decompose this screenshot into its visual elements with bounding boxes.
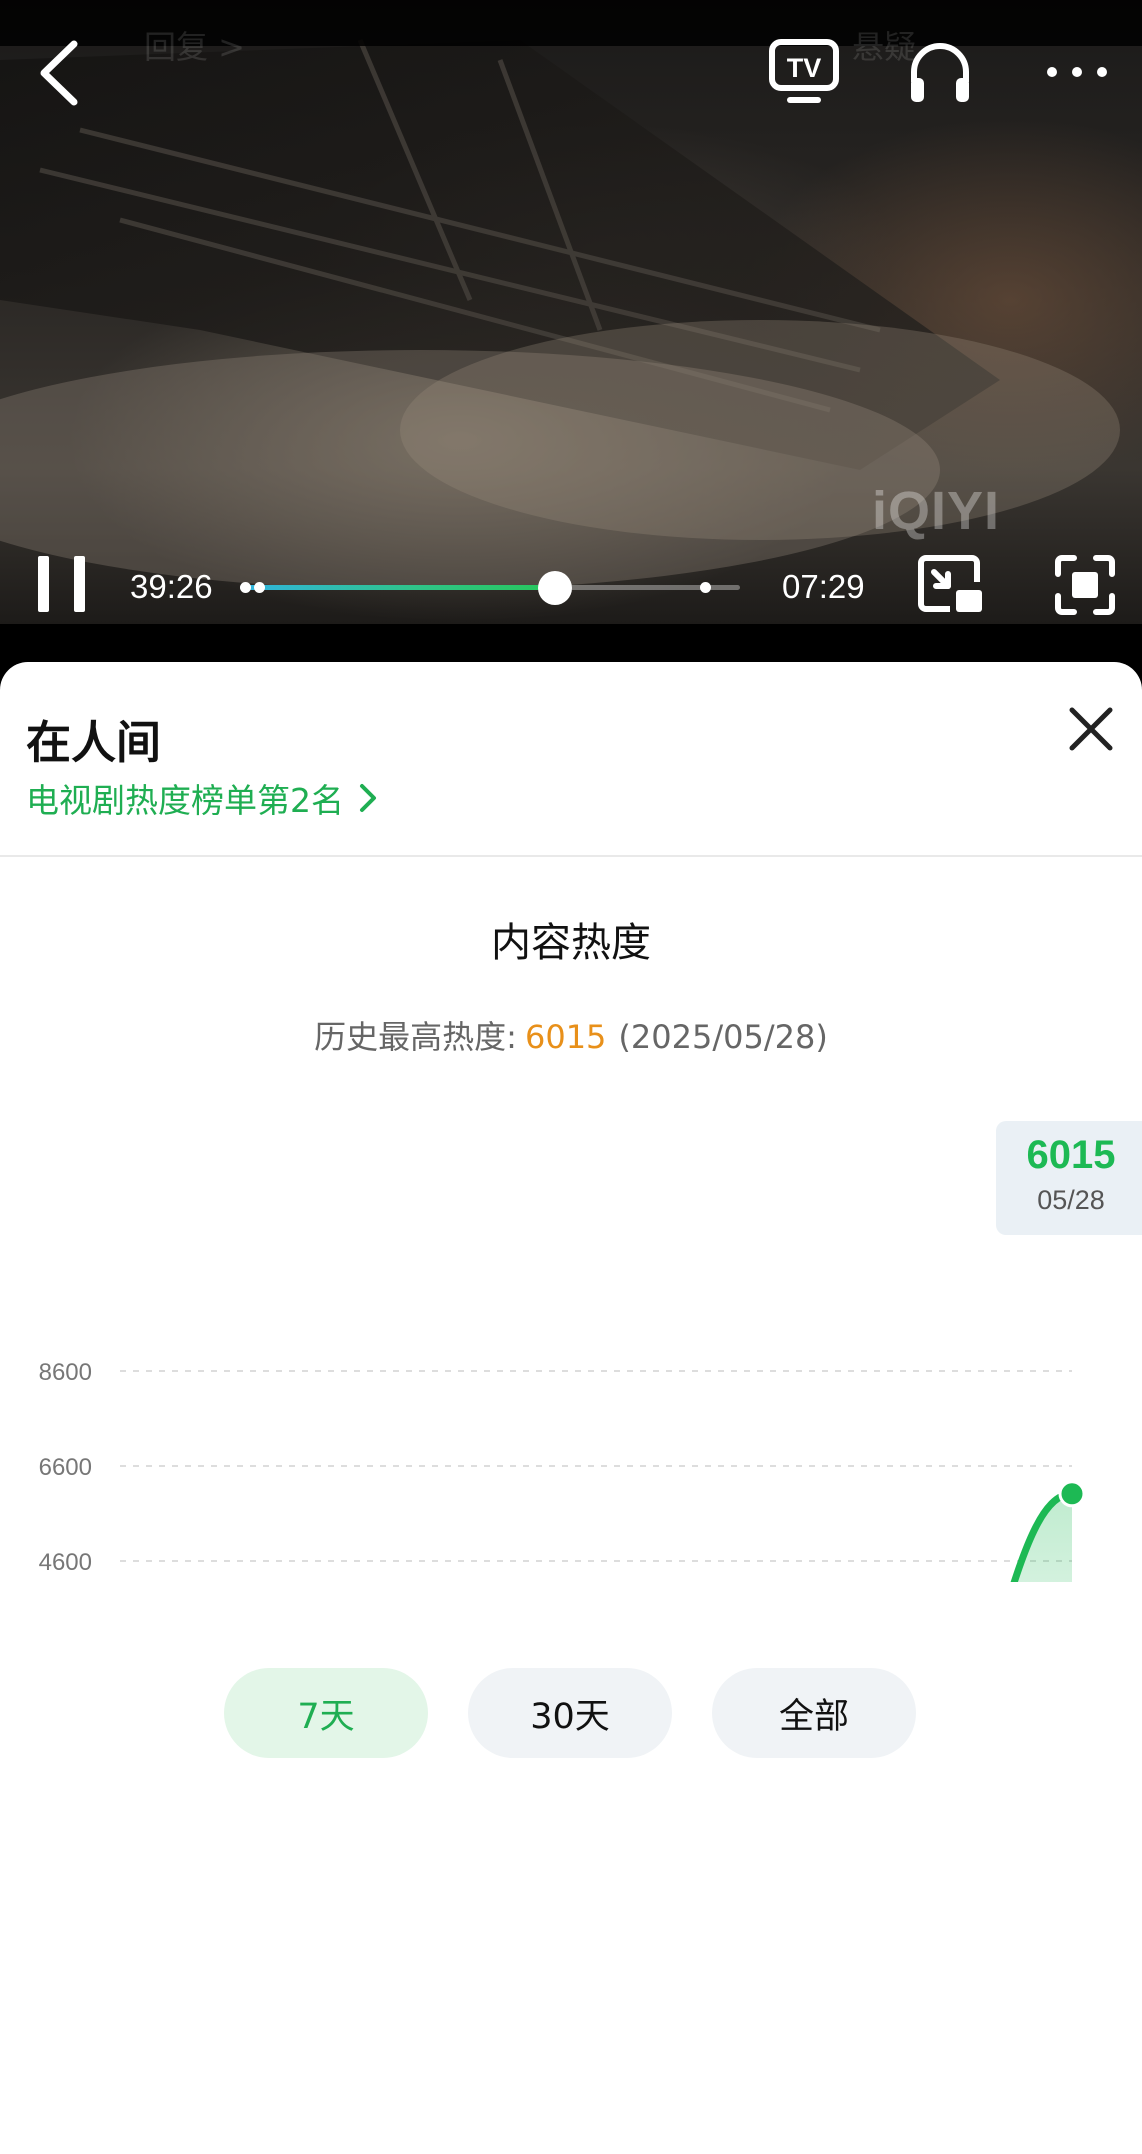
progress-bar[interactable]	[240, 571, 740, 605]
peak-value: 6015	[524, 1018, 607, 1056]
y-tick-label: 4600	[39, 1549, 92, 1576]
more-icon[interactable]	[1044, 64, 1110, 80]
tv-cast-icon[interactable]: TV	[768, 38, 840, 106]
peak-heat-line: 历史最高热度: 6015 (2025/05/28)	[0, 1012, 1142, 1058]
remaining-time: 07:29	[782, 568, 865, 605]
video-player[interactable]: 回复 > 悬疑 TV iQIYI 39:26 07:29	[0, 0, 1142, 624]
tab-7-days[interactable]: 7天	[224, 1668, 428, 1758]
peak-label: 历史最高热度:	[314, 1018, 517, 1056]
rank-link-label: 电视剧热度榜单第2名	[26, 781, 344, 820]
show-title: 在人间	[26, 716, 162, 769]
chapter-marker	[254, 582, 265, 593]
tab-30-days[interactable]: 30天	[468, 1668, 672, 1758]
header-divider	[0, 855, 1142, 857]
chapter-marker	[240, 582, 251, 593]
close-icon[interactable]	[1066, 704, 1116, 754]
tooltip-date: 05/28	[1037, 1185, 1105, 1215]
highlight-point	[1058, 1480, 1086, 1508]
progress-fill	[240, 585, 555, 590]
headphones-icon[interactable]	[906, 38, 974, 104]
back-arrow-icon[interactable]	[36, 38, 82, 108]
chevron-right-icon	[360, 784, 376, 812]
tab-all[interactable]: 全部	[712, 1668, 916, 1758]
chart-tooltip: 6015 05/28	[996, 1121, 1142, 1235]
fullscreen-icon[interactable]	[1054, 554, 1116, 616]
series-line	[1010, 1490, 1076, 1582]
rank-link[interactable]: 电视剧热度榜单第2名	[26, 774, 378, 822]
iqiyi-watermark: iQIYI	[872, 481, 1001, 541]
series-area	[1014, 1493, 1072, 1582]
tooltip-value: 6015	[1026, 1133, 1116, 1177]
progress-knob[interactable]	[538, 571, 572, 605]
section-title: 内容热度	[491, 920, 651, 966]
svg-text:TV: TV	[787, 53, 822, 83]
y-tick-label: 6600	[39, 1454, 92, 1481]
chapter-marker	[700, 582, 711, 593]
heat-chart: 860066004600260060005/2205/2305/2405/250…	[39, 1359, 1086, 1582]
ghost-reply-text: 回复 >	[144, 28, 245, 66]
y-tick-label: 8600	[39, 1359, 92, 1386]
pip-icon[interactable]	[916, 552, 984, 616]
peak-date: (2025/05/28)	[618, 1018, 828, 1056]
pause-icon[interactable]	[34, 556, 90, 612]
elapsed-time: 39:26	[130, 568, 213, 605]
heat-detail-sheet: 在人间 电视剧热度榜单第2名 内容热度 历史最高热度: 6015 (2025/05/…	[0, 662, 1142, 2154]
